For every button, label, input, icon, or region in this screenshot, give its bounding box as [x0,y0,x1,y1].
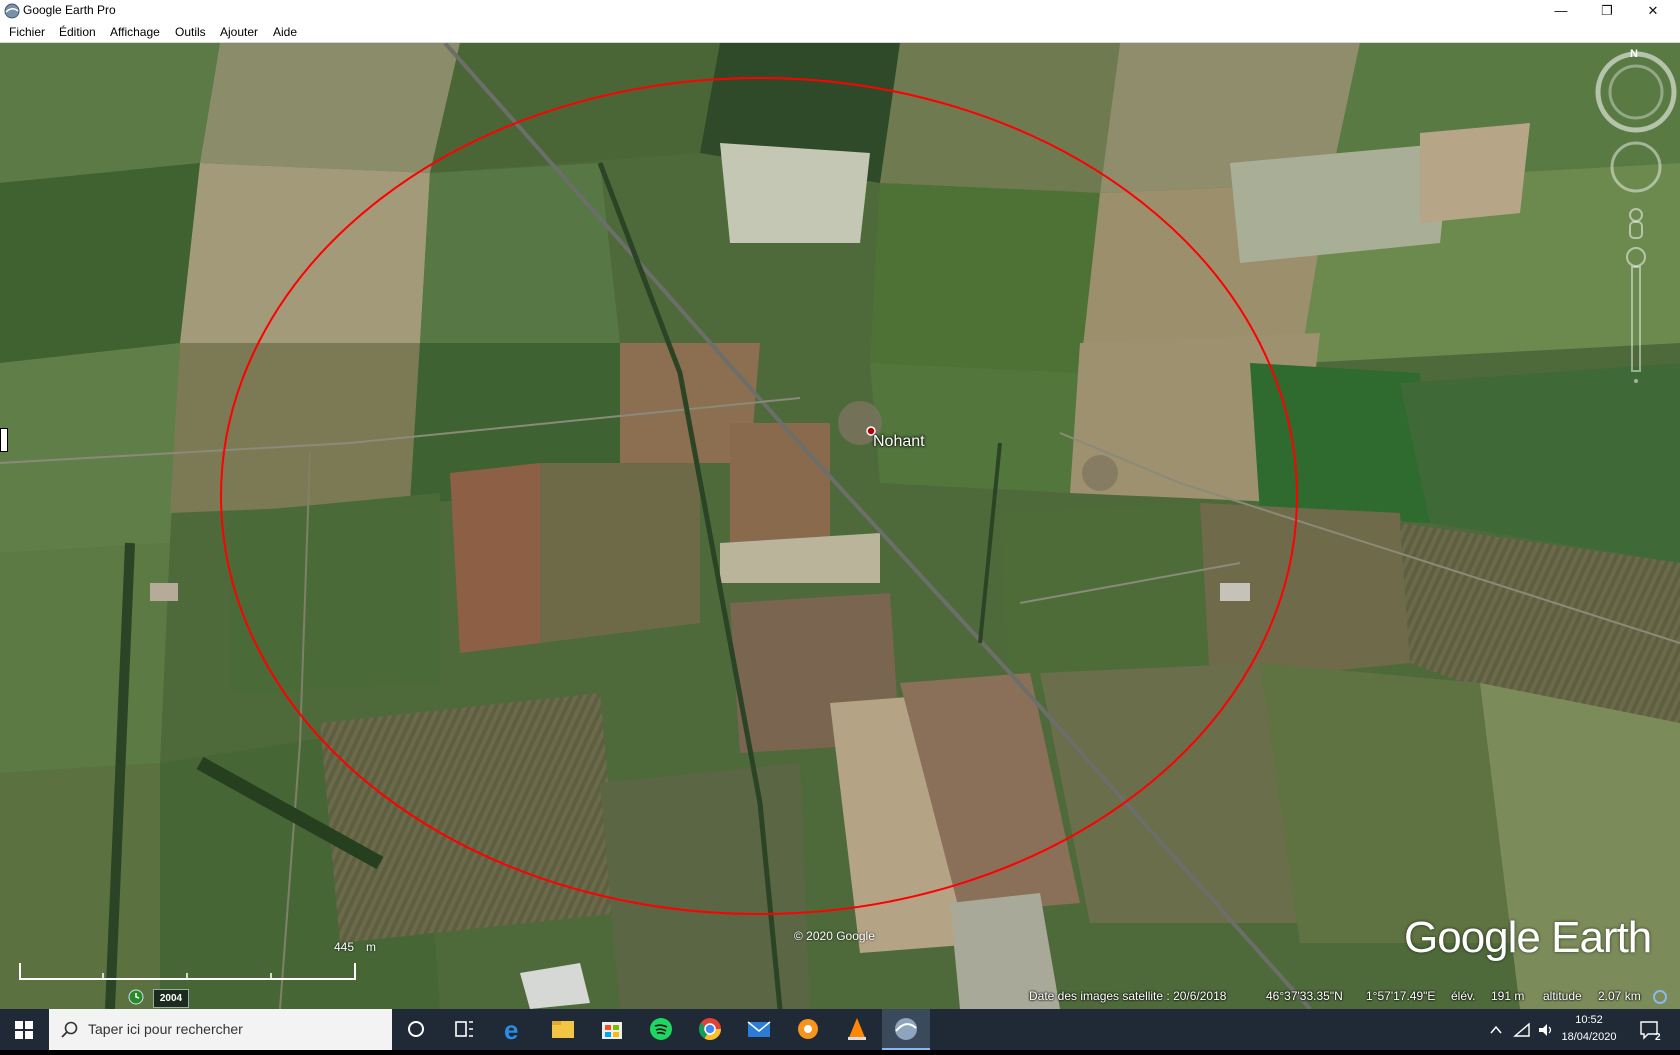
network-icon[interactable] [1513,1022,1531,1038]
earth-map-view[interactable]: Nohant © 2020 Google Google Earth 445 m … [0,43,1680,1009]
search-placeholder: Taper ici pour rechercher [88,1021,243,1037]
navigation-controls[interactable] [1594,45,1680,385]
window-title: Google Earth Pro [23,3,116,17]
minimize-button[interactable]: — [1538,0,1584,22]
store-button[interactable] [588,1009,636,1050]
app-orange-icon [798,1019,818,1039]
vlc-button[interactable] [833,1009,881,1050]
altitude-value: 2.07 km [1598,989,1641,1003]
compass-ring[interactable] [1595,51,1677,133]
loading-status-icon [1653,990,1667,1004]
close-button[interactable]: ✕ [1630,0,1676,22]
look-joystick[interactable] [1610,141,1662,193]
compass-north-label: N [1630,48,1638,60]
elevation-value: 191 m [1491,989,1525,1003]
street-view-pegman-icon[interactable] [1629,208,1643,239]
scale-value: 445 [334,940,355,954]
scale-unit: m [366,940,376,954]
search-icon [61,1021,78,1038]
store-icon [602,1022,622,1039]
task-view-button[interactable] [440,1009,488,1050]
windows-start-icon[interactable] [15,1021,33,1039]
status-bar: Date des images satellite : 20/6/2018 46… [0,986,1680,1009]
historical-imagery-clock-icon[interactable] [128,989,144,1005]
cortana-button[interactable] [392,1009,440,1050]
google-earth-icon [895,1018,917,1040]
notification-count-badge: 2 [1655,1032,1661,1043]
menu-edition[interactable]: Édition [59,25,96,39]
imagery-date: Date des images satellite : 20/6/2018 [1029,989,1227,1003]
spotify-icon [650,1018,672,1040]
google-earth-logo: Google Earth [1404,913,1652,962]
clock-date[interactable]: 18/04/2020 [1554,1031,1624,1043]
longitude-readout: 1°57'17.49"E [1366,989,1436,1003]
zoom-slider[interactable] [1626,247,1646,383]
clock-time[interactable]: 10:52 [1554,1014,1624,1026]
spotify-button[interactable] [637,1009,685,1050]
google-earth-taskbar-button[interactable] [882,1009,930,1050]
tray-chevron-up-icon[interactable] [1488,1022,1504,1038]
edge-button[interactable]: e [490,1009,538,1050]
task-view-icon [455,1021,473,1037]
mouse-cursor-icon [0,428,8,452]
menu-affichage[interactable]: Affichage [110,25,160,39]
mail-icon [747,1021,771,1037]
latitude-readout: 46°37'33.35"N [1266,989,1343,1003]
historical-year-badge[interactable]: 2004 [153,989,189,1008]
file-explorer-icon [552,1021,574,1038]
place-label-nohant[interactable]: Nohant [873,433,925,451]
minimize-icon: — [1554,3,1568,18]
chrome-button[interactable] [686,1009,734,1050]
menu-ajouter[interactable]: Ajouter [220,25,258,39]
mail-button[interactable] [735,1009,783,1050]
edge-icon: e [504,1015,518,1045]
menu-outils[interactable]: Outils [175,25,206,39]
windows-taskbar: Taper ici pour rechercher e 10:52 18/04/… [0,1009,1680,1050]
orange-app-button[interactable] [784,1009,832,1050]
restore-button[interactable]: ❐ [1584,0,1630,22]
menu-bar: Fichier Édition Affichage Outils Ajouter… [0,22,1680,43]
file-explorer-button[interactable] [539,1009,587,1050]
menu-fichier[interactable]: Fichier [9,25,45,39]
elevation-label: élév. [1451,989,1476,1003]
restore-icon: ❐ [1601,3,1613,18]
chrome-icon [699,1018,721,1040]
vlc-icon [848,1018,866,1040]
google-earth-app-icon [4,3,20,19]
altitude-label: altitude [1543,989,1582,1003]
satellite-imagery [0,43,1680,1009]
cortana-icon [408,1021,424,1037]
menu-aide[interactable]: Aide [273,25,297,39]
copyright-text: © 2020 Google [794,929,875,943]
volume-icon[interactable] [1537,1022,1555,1038]
title-bar: Google Earth Pro — ❐ ✕ [0,0,1680,22]
taskbar-search-box[interactable]: Taper ici pour rechercher [49,1009,392,1050]
svg-text:e: e [504,1015,518,1045]
close-icon: ✕ [1647,3,1659,18]
